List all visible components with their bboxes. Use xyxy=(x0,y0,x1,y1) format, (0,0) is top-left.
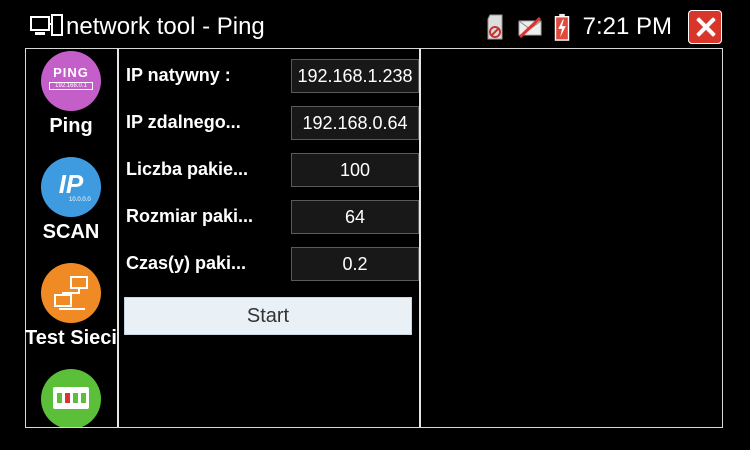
packet-interval-row: Czas(y) paki... 0.2 xyxy=(126,247,419,281)
battery-charging-icon xyxy=(554,13,569,41)
packet-size-label: Rozmiar paki... xyxy=(126,206,254,226)
remote-ip-label: IP zdalnego... xyxy=(126,112,241,132)
network-tool-icon xyxy=(30,14,63,36)
local-ip-field[interactable]: 192.168.1.238 xyxy=(291,59,419,93)
ip-icon-text: IP xyxy=(58,169,84,199)
packet-interval-label: Czas(y) paki... xyxy=(126,253,247,273)
ping-icon-subtext: 192.168.0.1 xyxy=(49,82,93,90)
network-test-icon xyxy=(41,263,101,323)
close-button[interactable] xyxy=(688,10,722,44)
sidebar: PING 192.168.0.1 Ping IP 10.0.0.0 SCAN T… xyxy=(25,49,119,427)
port-icon xyxy=(41,369,101,427)
mail-off-icon xyxy=(518,16,542,39)
sd-card-icon xyxy=(487,14,503,40)
remote-ip-field[interactable]: 192.168.0.64 xyxy=(291,106,419,140)
packet-count-label: Liczba pakie... xyxy=(126,159,249,179)
title-bar: network tool - Ping 7:21 PM xyxy=(0,0,750,50)
status-bar: 7:21 PM xyxy=(485,10,722,44)
ping-icon-text: PING xyxy=(53,65,89,80)
ping-form: IP natywny : 192.168.1.238 IP zdalnego..… xyxy=(118,49,419,427)
local-ip-label: IP natywny : xyxy=(126,65,231,85)
sidebar-item-port[interactable] xyxy=(25,369,117,427)
window-title: network tool - Ping xyxy=(66,13,265,40)
local-ip-row: IP natywny : 192.168.1.238 xyxy=(126,59,419,93)
sidebar-item-label: Test Sieci xyxy=(25,327,117,349)
ip-scan-icon: IP 10.0.0.0 xyxy=(41,157,101,217)
sidebar-item-label: Ping xyxy=(49,115,93,137)
clock: 7:21 PM xyxy=(582,13,672,40)
ip-icon-subtext: 10.0.0.0 xyxy=(69,197,91,203)
start-button[interactable]: Start xyxy=(124,297,412,335)
packet-size-row: Rozmiar paki... 64 xyxy=(126,200,419,234)
packet-count-row: Liczba pakie... 100 xyxy=(126,153,419,187)
ping-icon: PING 192.168.0.1 xyxy=(41,51,101,111)
sidebar-item-scan[interactable]: IP 10.0.0.0 SCAN xyxy=(25,157,117,244)
packet-size-field[interactable]: 64 xyxy=(291,200,419,234)
sidebar-item-network-test[interactable]: Test Sieci xyxy=(25,263,117,350)
sidebar-item-label: SCAN xyxy=(42,221,100,243)
remote-ip-row: IP zdalnego... 192.168.0.64 xyxy=(126,106,419,140)
results-panel xyxy=(421,49,722,427)
packet-count-field[interactable]: 100 xyxy=(291,153,419,187)
packet-interval-field[interactable]: 0.2 xyxy=(291,247,419,281)
sidebar-item-ping[interactable]: PING 192.168.0.1 Ping xyxy=(25,51,117,138)
